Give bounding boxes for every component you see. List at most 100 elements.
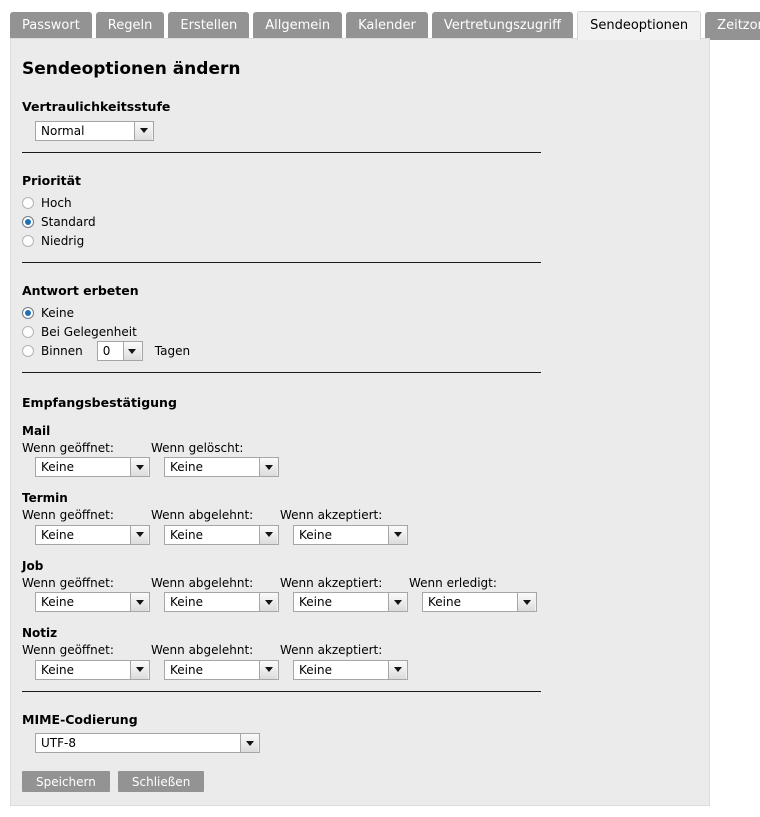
receipt-group-heading: Termin	[22, 491, 68, 505]
radio-button-icon[interactable]	[22, 345, 34, 357]
radio-option-label: Bei Gelegenheit	[41, 325, 137, 339]
receipt-action-select-value: Keine	[41, 595, 74, 609]
radio-option[interactable]: Standard	[22, 213, 709, 232]
tab-passwort[interactable]: Passwort	[10, 12, 92, 40]
radio-option[interactable]: Niedrig	[22, 232, 709, 251]
radio-button-icon[interactable]	[22, 197, 34, 209]
receipt-field-row: Wenn geöffnet: Keine Wenn gelöscht: Keine	[22, 440, 709, 477]
radio-button-icon[interactable]	[22, 216, 34, 228]
receipts-groups: Mail Wenn geöffnet: Keine Wenn gelöscht: Kei…	[11, 424, 709, 680]
radio-option[interactable]: Binnen 0 Tagen	[22, 341, 709, 361]
receipt-action-select-value: Keine	[41, 662, 74, 677]
receipt-field-label: Wenn akzeptiert:	[280, 508, 383, 522]
receipt-field-row: Wenn geöffnet: Keine Wenn abgelehnt: Keine W…	[22, 643, 709, 680]
receipt-action-select[interactable]: Keine	[293, 659, 408, 680]
receipt-field: Wenn geöffnet: Keine	[22, 508, 151, 545]
receipt-action-select-value: Keine	[170, 595, 203, 609]
receipt-field-control: Keine	[164, 457, 280, 477]
radio-option[interactable]: Keine	[22, 304, 709, 323]
tab-allgemein[interactable]: Allgemein	[253, 12, 343, 40]
receipt-field: Wenn geöffnet: Keine	[22, 441, 151, 477]
chevron-down-icon	[388, 525, 407, 544]
radio-option[interactable]: Hoch	[22, 194, 709, 213]
mime-encoding-select[interactable]: UTF-8	[35, 733, 260, 753]
receipt-action-select[interactable]: Keine	[35, 524, 150, 545]
divider	[22, 690, 541, 692]
chevron-down-icon	[134, 121, 153, 140]
reply-days-suffix-label: Tagen	[154, 344, 191, 358]
receipt-field-control: Keine	[35, 659, 151, 680]
receipt-field: Wenn abgelehnt: Keine	[151, 576, 280, 612]
chevron-down-icon	[259, 525, 278, 544]
radio-option-label: Keine	[41, 306, 74, 320]
receipt-field-control: Keine	[293, 592, 409, 612]
mime-encoding-select-value: UTF-8	[41, 736, 76, 750]
close-button[interactable]: Schließen	[117, 771, 205, 792]
radio-button-icon[interactable]	[22, 326, 34, 338]
receipt-action-select-value: Keine	[41, 527, 74, 542]
receipt-action-select-value: Keine	[299, 527, 332, 542]
radio-option-label: Binnen	[41, 344, 83, 358]
tab-zeitzone[interactable]: Zeitzone	[705, 12, 760, 40]
receipt-group-heading: Notiz	[22, 626, 58, 640]
divider	[22, 261, 541, 263]
receipt-action-select[interactable]: Keine	[164, 524, 279, 545]
receipt-field: Wenn akzeptiert: Keine	[280, 508, 409, 545]
receipt-field: Wenn akzeptiert: Keine	[280, 575, 409, 612]
receipt-action-select[interactable]: Keine	[164, 592, 279, 612]
radio-button-icon[interactable]	[22, 307, 34, 319]
receipt-action-select-value: Keine	[428, 595, 461, 609]
confidentiality-heading: Vertraulichkeitsstufe	[22, 99, 171, 114]
tab-kalender[interactable]: Kalender	[346, 12, 428, 40]
receipt-field-control: Keine	[422, 592, 538, 612]
receipt-action-select[interactable]: Keine	[35, 659, 150, 680]
save-button[interactable]: Speichern	[22, 771, 110, 792]
receipt-action-select-value: Keine	[299, 662, 332, 677]
radio-option[interactable]: Bei Gelegenheit	[22, 323, 709, 342]
receipt-action-select[interactable]: Keine	[293, 592, 408, 612]
receipt-field-row: Wenn geöffnet: Keine Wenn abgelehnt: Keine W…	[22, 508, 709, 545]
receipt-group-heading: Job	[22, 558, 44, 573]
receipt-field: Wenn abgelehnt: Keine	[151, 643, 280, 680]
receipt-action-select[interactable]: Keine	[164, 659, 279, 680]
priority-radio-group: Hoch Standard Niedrig	[11, 194, 709, 251]
tab-vertretungszugriff[interactable]: Vertretungszugriff	[431, 12, 574, 40]
chevron-down-icon	[122, 342, 142, 360]
receipt-field-control: Keine	[35, 592, 151, 612]
settings-content-panel: Sendeoptionen ändern Vertraulichkeitsstu…	[10, 38, 710, 806]
receipt-field-row: Wenn geöffnet: Keine Wenn abgelehnt: Keine W…	[22, 575, 709, 612]
tab-sendeoptionen[interactable]: Sendeoptionen	[577, 11, 702, 40]
chevron-down-icon	[130, 593, 149, 611]
radio-button-icon[interactable]	[22, 235, 34, 247]
receipt-action-select[interactable]: Keine	[422, 592, 537, 612]
chevron-down-icon	[259, 458, 278, 476]
reply-days-select-value: 0	[102, 344, 111, 358]
reply-days-select[interactable]: 0	[96, 341, 143, 361]
confidentiality-select-value: Normal	[41, 123, 85, 138]
chevron-down-icon	[130, 660, 149, 679]
chevron-down-icon	[388, 593, 407, 611]
chevron-down-icon	[259, 593, 278, 611]
receipt-field: Wenn geöffnet: Keine	[22, 576, 151, 612]
receipt-action-select[interactable]: Keine	[35, 457, 150, 477]
receipt-field-label: Wenn gelöscht:	[151, 440, 244, 455]
receipt-field: Wenn akzeptiert: Keine	[280, 643, 409, 680]
receipt-field: Wenn abgelehnt: Keine	[151, 508, 280, 545]
tab-regeln[interactable]: Regeln	[95, 12, 165, 40]
tab-erstellen[interactable]: Erstellen	[168, 12, 250, 40]
receipt-action-select[interactable]: Keine	[293, 524, 408, 545]
confidentiality-select[interactable]: Normal	[35, 120, 154, 141]
receipt-field: Wenn gelöscht: Keine	[151, 440, 280, 477]
chevron-down-icon	[517, 593, 536, 611]
chevron-down-icon	[259, 660, 278, 679]
receipt-action-select-value: Keine	[41, 460, 74, 474]
receipt-field-label: Wenn geöffnet:	[22, 643, 114, 657]
receipt-field-label: Wenn akzeptiert:	[280, 575, 383, 590]
receipt-field: Wenn geöffnet: Keine	[22, 643, 151, 680]
receipt-action-select[interactable]: Keine	[164, 457, 279, 477]
receipt-action-select[interactable]: Keine	[35, 592, 150, 612]
receipt-field-control: Keine	[164, 592, 280, 612]
receipt-action-select-value: Keine	[170, 460, 203, 474]
receipt-field-control: Keine	[164, 524, 280, 545]
receipt-field-label: Wenn erledigt:	[409, 575, 497, 590]
